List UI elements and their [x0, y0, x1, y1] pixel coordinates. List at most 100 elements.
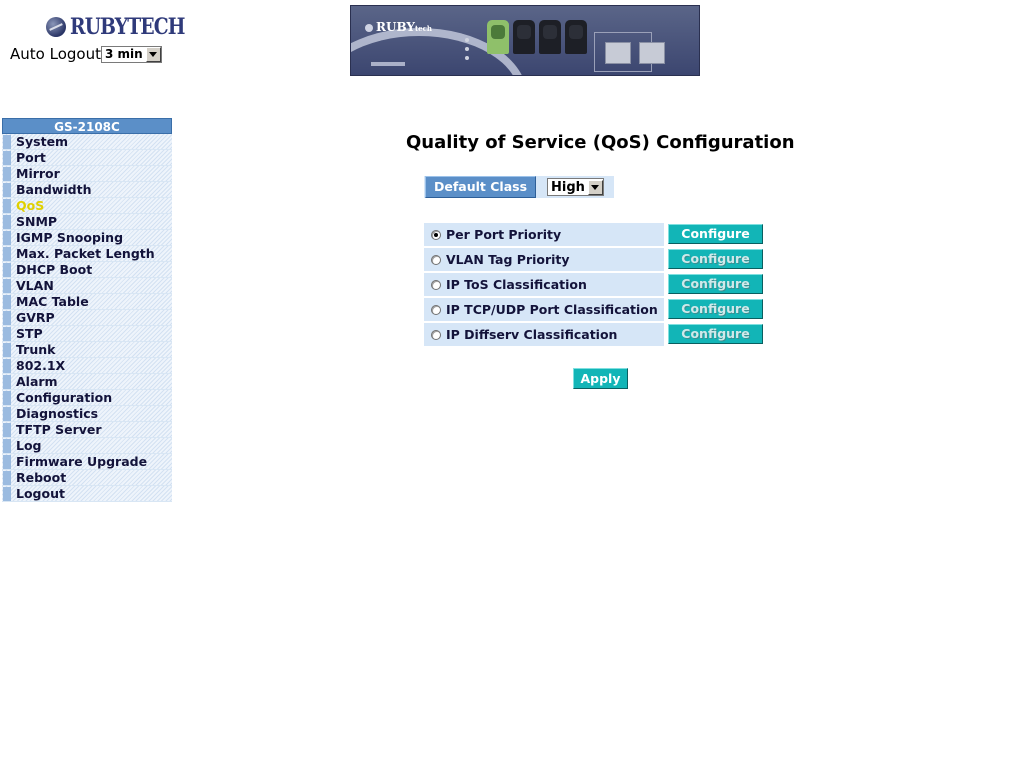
chevron-down-icon[interactable] [145, 46, 161, 62]
apply-button[interactable]: Apply [573, 368, 628, 389]
sidebar-item-vlan[interactable]: VLAN [2, 278, 172, 294]
menu-marker-icon [3, 246, 11, 261]
sidebar-item-firmware-upgrade[interactable]: Firmware Upgrade [2, 454, 172, 470]
sidebar-item-alarm[interactable]: Alarm [2, 374, 172, 390]
rubytech-logo: RUBYTECH [46, 14, 205, 40]
menu-marker-icon [3, 294, 11, 309]
sidebar-item-label: QoS [16, 198, 45, 213]
sidebar-item-bandwidth[interactable]: Bandwidth [2, 182, 172, 198]
menu-marker-icon [3, 198, 11, 213]
qos-mode-radio[interactable] [431, 304, 441, 315]
menu-marker-icon [3, 406, 11, 421]
sidebar-item-snmp[interactable]: SNMP [2, 214, 172, 230]
sidebar-item-label: Firmware Upgrade [16, 454, 148, 469]
sidebar-item-gvrp[interactable]: GVRP [2, 310, 172, 326]
device-logo: RUBYtech [365, 20, 432, 34]
device-panel-image: RUBYtech [350, 5, 700, 76]
auto-logout-value: 3 min [104, 47, 143, 61]
sidebar-item-label: Alarm [16, 374, 58, 389]
sidebar-item-stp[interactable]: STP [2, 326, 172, 342]
sfp-port-icon [639, 42, 665, 64]
sidebar-item-label: Log [16, 438, 42, 453]
menu-marker-icon [3, 470, 11, 485]
sidebar-item-label: IGMP Snooping [16, 230, 124, 245]
sidebar-item-label: VLAN [16, 278, 54, 293]
sidebar-item-label: Max. Packet Length [16, 246, 155, 261]
sidebar-item-igmp-snooping[interactable]: IGMP Snooping [2, 230, 172, 246]
sidebar-item-label: Bandwidth [16, 182, 92, 197]
sidebar-item-tftp-server[interactable]: TFTP Server [2, 422, 172, 438]
sidebar-item-log[interactable]: Log [2, 438, 172, 454]
qos-option-row: VLAN Tag Priority Configure [424, 247, 763, 272]
sidebar-item-mirror[interactable]: Mirror [2, 166, 172, 182]
sidebar-item-label: Logout [16, 486, 65, 501]
sidebar-item-label: Mirror [16, 166, 60, 181]
menu-marker-icon [3, 326, 11, 341]
sidebar-item-logout[interactable]: Logout [2, 486, 172, 502]
sidebar-item-reboot[interactable]: Reboot [2, 470, 172, 486]
sidebar-item-label: SNMP [16, 214, 58, 229]
auto-logout-select[interactable]: 3 min [100, 45, 162, 63]
menu-marker-icon [3, 438, 11, 453]
menu-marker-icon [3, 150, 11, 165]
default-class-label: Default Class [425, 176, 537, 198]
qos-mode-radio[interactable] [431, 279, 441, 290]
menu-marker-icon [3, 134, 11, 149]
menu-marker-icon [3, 454, 11, 469]
port-icon [513, 20, 535, 54]
sidebar-item-label: GVRP [16, 310, 55, 325]
default-class-value: High [551, 179, 585, 195]
device-ports [487, 20, 587, 54]
sidebar-item-label: Reboot [16, 470, 67, 485]
sidebar-item-max-packet-length[interactable]: Max. Packet Length [2, 246, 172, 262]
sidebar-item-dhcp-boot[interactable]: DHCP Boot [2, 262, 172, 278]
qos-mode-radio[interactable] [431, 229, 441, 240]
sidebar-item-configuration[interactable]: Configuration [2, 390, 172, 406]
sidebar-item-system[interactable]: System [2, 134, 172, 150]
qos-option-row: IP ToS Classification Configure [424, 272, 763, 297]
qos-option-cell: IP ToS Classification [424, 273, 664, 296]
sidebar-item-label: MAC Table [16, 294, 89, 309]
configure-button[interactable]: Configure [668, 249, 763, 269]
menu-marker-icon [3, 374, 11, 389]
sidebar: GS-2108C System Port Mirror Bandwidth QoS SNM… [2, 118, 172, 502]
qos-option-label: VLAN Tag Priority [446, 252, 570, 267]
auto-logout-label: Auto Logout [10, 45, 101, 63]
configure-button[interactable]: Configure [668, 274, 763, 294]
globe-icon [46, 17, 66, 37]
configure-button[interactable]: Configure [668, 224, 763, 244]
chevron-down-icon[interactable] [587, 179, 603, 195]
sidebar-item-diagnostics[interactable]: Diagnostics [2, 406, 172, 422]
sidebar-item-mac-table[interactable]: MAC Table [2, 294, 172, 310]
sidebar-item-label: Diagnostics [16, 406, 99, 421]
qos-option-cell: IP Diffserv Classification [424, 323, 664, 346]
page-title: Quality of Service (QoS) Configuration [406, 132, 795, 153]
qos-option-row: IP Diffserv Classification Configure [424, 322, 763, 347]
sidebar-item-label: Port [16, 150, 46, 165]
sidebar-item-label: TFTP Server [16, 422, 102, 437]
qos-mode-radio[interactable] [431, 329, 441, 340]
menu-marker-icon [3, 262, 11, 277]
configure-button[interactable]: Configure [668, 324, 763, 344]
qos-option-cell: VLAN Tag Priority [424, 248, 664, 271]
qos-option-label: Per Port Priority [446, 227, 562, 242]
sidebar-item-qos[interactable]: QoS [2, 198, 172, 214]
qos-options-table: Per Port Priority Configure VLAN Tag Prior… [424, 222, 763, 347]
sidebar-item-label: Configuration [16, 390, 113, 405]
menu-marker-icon [3, 390, 11, 405]
sidebar-item-label: DHCP Boot [16, 262, 93, 277]
sidebar-item-label: Trunk [16, 342, 56, 357]
menu-marker-icon [3, 214, 11, 229]
qos-option-label: IP TCP/UDP Port Classification [446, 302, 658, 317]
qos-option-row: IP TCP/UDP Port Classification Configure [424, 297, 763, 322]
configure-button[interactable]: Configure [668, 299, 763, 319]
menu-marker-icon [3, 486, 11, 501]
sidebar-item-trunk[interactable]: Trunk [2, 342, 172, 358]
menu-marker-icon [3, 230, 11, 245]
qos-mode-radio[interactable] [431, 254, 441, 265]
port-icon [539, 20, 561, 54]
sidebar-item-port[interactable]: Port [2, 150, 172, 166]
sidebar-item-802-1x[interactable]: 802.1X [2, 358, 172, 374]
default-class-select[interactable]: High [547, 178, 604, 196]
sidebar-item-label: 802.1X [16, 358, 66, 373]
